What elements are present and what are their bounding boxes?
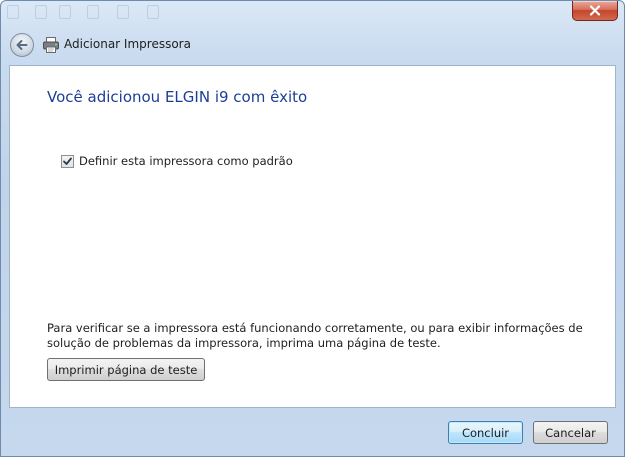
- navigation-bar: Adicionar Impressora: [1, 27, 624, 63]
- content-panel: Você adicionou ELGIN i9 com êxito Defini…: [9, 65, 616, 408]
- default-printer-label[interactable]: Definir esta impressora como padrão: [79, 154, 293, 168]
- default-printer-checkbox-row[interactable]: Definir esta impressora como padrão: [61, 154, 293, 168]
- finish-button[interactable]: Concluir: [448, 421, 523, 444]
- default-printer-checkbox[interactable]: [61, 154, 74, 168]
- window-title: Adicionar Impressora: [64, 37, 191, 51]
- printer-icon: [43, 37, 59, 53]
- test-page-info-text: Para verificar se a impressora está func…: [47, 321, 583, 350]
- back-arrow-icon: [16, 40, 28, 50]
- dialog-window: Adicionar Impressora Você adicionou ELGI…: [0, 0, 625, 457]
- checkmark-icon: [63, 157, 72, 165]
- back-button[interactable]: [10, 33, 34, 57]
- close-button[interactable]: [572, 1, 618, 21]
- cancel-button[interactable]: Cancelar: [533, 421, 608, 444]
- print-test-page-button[interactable]: Imprimir página de teste: [47, 358, 205, 381]
- background-toolbar-remnant: [1, 1, 331, 23]
- page-heading: Você adicionou ELGIN i9 com êxito: [47, 88, 308, 106]
- close-icon: [589, 5, 601, 16]
